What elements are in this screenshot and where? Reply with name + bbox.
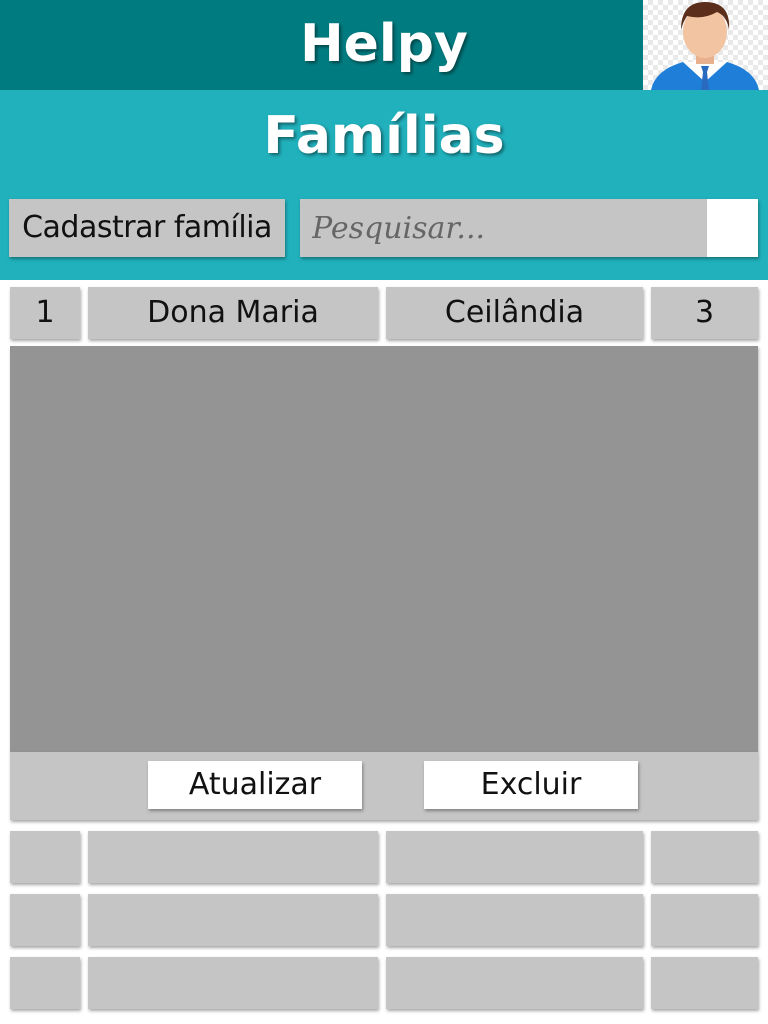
table-row-id-cell[interactable]: [10, 831, 80, 883]
family-id: 1: [35, 295, 55, 330]
search-box: [300, 199, 758, 257]
delete-button[interactable]: Excluir: [424, 761, 638, 809]
avatar-illustration: [651, 2, 759, 90]
table-row-name-cell[interactable]: [88, 957, 378, 1009]
table-row-name-cell[interactable]: [88, 831, 378, 883]
table-row-id-cell[interactable]: 1: [10, 287, 80, 339]
family-region: Ceilândia: [444, 295, 585, 330]
search-input[interactable]: [300, 199, 707, 257]
table-row-members-cell[interactable]: [651, 831, 758, 883]
family-name: Dona Maria: [147, 295, 319, 330]
table-row-region-cell[interactable]: Ceilândia: [386, 287, 643, 339]
table-row-members-cell[interactable]: 3: [651, 287, 758, 339]
page-title: Famílias: [263, 106, 505, 166]
register-family-button[interactable]: Cadastrar família: [9, 199, 285, 257]
table-row-name-cell[interactable]: Dona Maria: [88, 287, 378, 339]
update-button[interactable]: Atualizar: [148, 761, 362, 809]
table-row-region-cell[interactable]: [386, 894, 643, 946]
table-row-members-cell[interactable]: [651, 957, 758, 1009]
family-members: 3: [694, 295, 715, 330]
table-row-name-cell[interactable]: [88, 894, 378, 946]
search-button[interactable]: [707, 199, 758, 257]
table-row-region-cell[interactable]: [386, 831, 643, 883]
table-row-id-cell[interactable]: [10, 894, 80, 946]
table-row-members-cell[interactable]: [651, 894, 758, 946]
row-actions-bar: Atualizar Excluir: [10, 752, 758, 820]
table-row-id-cell[interactable]: [10, 957, 80, 1009]
table-row-region-cell[interactable]: [386, 957, 643, 1009]
family-details-panel: [10, 346, 758, 752]
user-avatar-icon[interactable]: [643, 0, 768, 90]
